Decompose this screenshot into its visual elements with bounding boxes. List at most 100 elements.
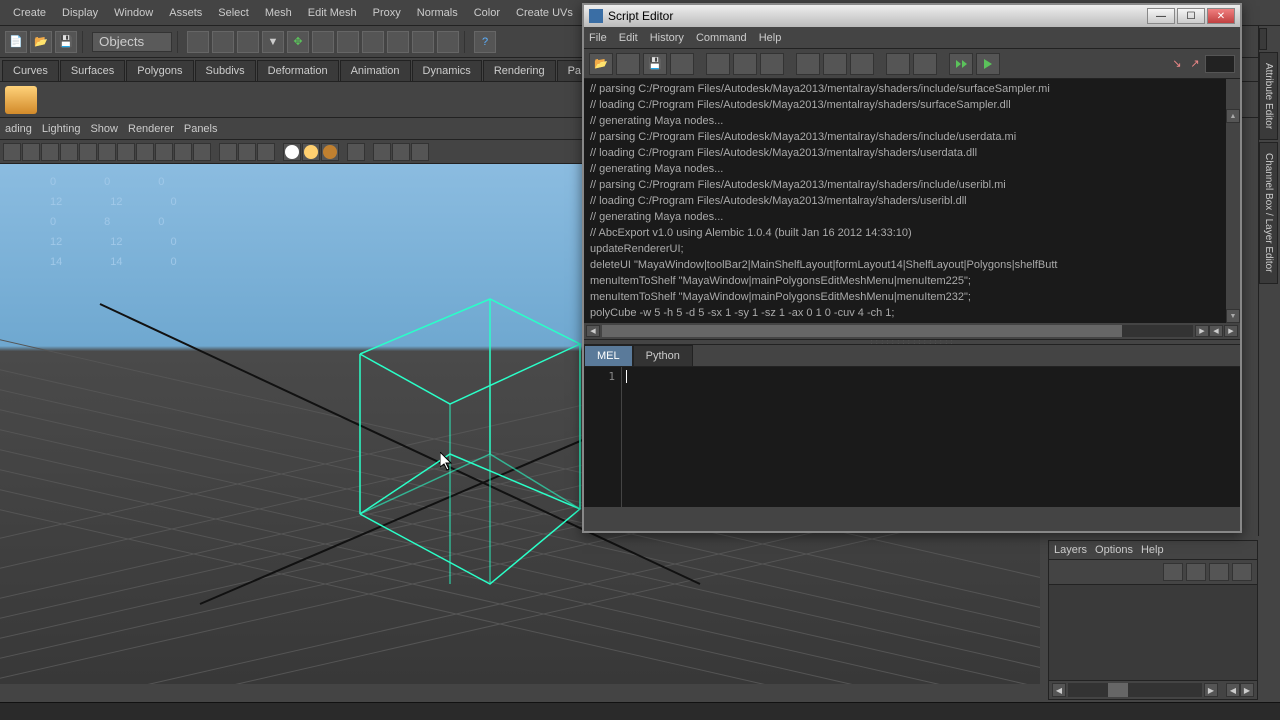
scroll-right-icon[interactable]: ▶ [1195,325,1209,337]
scroll-left-icon[interactable]: ◀ [586,325,600,337]
snap-plane-icon[interactable] [437,31,459,53]
menu-createuvs[interactable]: Create UVs [508,3,581,23]
output-hscrollbar[interactable]: ◀ ▶ ◀ ▶ [584,323,1240,339]
show-history-icon[interactable] [796,53,820,75]
shelf-item-icon[interactable] [5,86,37,114]
se-menu-command[interactable]: Command [696,32,747,44]
layer-icon[interactable] [1163,563,1183,581]
menu-normals[interactable]: Normals [409,3,466,23]
script-editor-input[interactable]: 1 [584,367,1240,507]
save-scene-icon[interactable]: 💾 [55,31,77,53]
vp-tool-icon[interactable] [219,143,237,161]
vp-tool-icon[interactable] [22,143,40,161]
right-tab-toolsettings[interactable] [1259,28,1267,50]
shelf-tab-rendering[interactable]: Rendering [483,60,556,81]
shelf-tab-deformation[interactable]: Deformation [257,60,339,81]
move-tool-icon[interactable]: ✥ [287,31,309,53]
code-input[interactable] [622,367,1240,507]
scroll-down-icon[interactable]: ▼ [1226,309,1240,323]
script-editor-output[interactable]: // parsing C:/Program Files/Autodesk/May… [584,79,1240,323]
vp-menu-lighting[interactable]: Lighting [42,123,81,135]
se-menu-edit[interactable]: Edit [619,32,638,44]
vp-tool-icon[interactable] [193,143,211,161]
snap-curve-icon[interactable] [387,31,409,53]
menu-editmesh[interactable]: Edit Mesh [300,3,365,23]
save-script-icon[interactable]: 💾 [643,53,667,75]
execute-button[interactable] [976,53,1000,75]
light-default-icon[interactable] [302,143,320,161]
help-icon[interactable]: ? [474,31,496,53]
layers-list[interactable] [1049,585,1257,680]
open-script-icon[interactable]: 📂 [589,53,613,75]
snap-grid-icon[interactable] [362,31,384,53]
tool-icon[interactable] [212,31,234,53]
scroll-up-icon[interactable]: ▲ [1226,109,1240,123]
scroll-left-icon[interactable]: ◀ [1052,683,1066,697]
tab-python[interactable]: Python [633,345,693,366]
maximize-button[interactable]: ☐ [1177,8,1205,24]
shelf-tab-surfaces[interactable]: Surfaces [60,60,125,81]
rotate-tool-icon[interactable] [312,31,334,53]
shelf-tab-polygons[interactable]: Polygons [126,60,193,81]
scroll-right-icon[interactable]: ▶ [1224,325,1238,337]
vp-tool-icon[interactable] [411,143,429,161]
vp-tool-icon[interactable] [60,143,78,161]
vp-tool-icon[interactable] [117,143,135,161]
light-all-icon[interactable] [321,143,339,161]
vp-tool-icon[interactable] [136,143,154,161]
show-input-icon[interactable] [850,53,874,75]
line-numbers-icon[interactable] [913,53,937,75]
search-input[interactable] [1205,55,1235,73]
scroll-right-icon[interactable]: ▶ [1204,683,1218,697]
tool-dropdown-icon[interactable]: ▼ [262,31,284,53]
vp-tool-icon[interactable] [98,143,116,161]
layer-icon[interactable] [1209,563,1229,581]
output-vscrollbar[interactable]: ▲ ▼ [1226,79,1240,323]
minimize-button[interactable]: — [1147,8,1175,24]
clear-history-icon[interactable] [706,53,730,75]
scroll-left-icon[interactable]: ◀ [1209,325,1223,337]
vp-tool-icon[interactable] [373,143,391,161]
vp-menu-show[interactable]: Show [90,123,118,135]
vp-tool-icon[interactable] [174,143,192,161]
menu-proxy[interactable]: Proxy [365,3,409,23]
search-up-icon[interactable]: ↘ [1169,56,1185,72]
right-tab-channel-box[interactable]: Channel Box / Layer Editor [1259,142,1278,284]
vp-tool-icon[interactable] [347,143,365,161]
layers-menu-options[interactable]: Options [1095,544,1133,556]
snap-point-icon[interactable] [412,31,434,53]
close-button[interactable]: ✕ [1207,8,1235,24]
light-off-icon[interactable] [283,143,301,161]
vp-tool-icon[interactable] [155,143,173,161]
selection-mode-combo[interactable] [92,32,172,52]
se-menu-help[interactable]: Help [759,32,782,44]
tool-icon[interactable] [237,31,259,53]
show-both-icon[interactable] [823,53,847,75]
vp-tool-icon[interactable] [392,143,410,161]
layers-menu-help[interactable]: Help [1141,544,1164,556]
menu-display[interactable]: Display [54,3,106,23]
shelf-tab-dynamics[interactable]: Dynamics [412,60,482,81]
menu-assets[interactable]: Assets [161,3,210,23]
menu-window[interactable]: Window [106,3,161,23]
scale-tool-icon[interactable] [337,31,359,53]
menu-color[interactable]: Color [466,3,508,23]
layer-icon[interactable] [1186,563,1206,581]
menu-select[interactable]: Select [210,3,257,23]
layers-menu-layers[interactable]: Layers [1054,544,1087,556]
shelf-tab-subdivs[interactable]: Subdivs [195,60,256,81]
clear-all-icon[interactable] [760,53,784,75]
echo-commands-icon[interactable] [886,53,910,75]
clear-input-icon[interactable] [733,53,757,75]
script-editor-titlebar[interactable]: Script Editor — ☐ ✕ [584,5,1240,27]
execute-all-button[interactable] [949,53,973,75]
open-scene-icon[interactable]: 📂 [30,31,52,53]
vp-tool-icon[interactable] [3,143,21,161]
vp-tool-icon[interactable] [238,143,256,161]
layer-icon[interactable] [1232,563,1252,581]
menu-mesh[interactable]: Mesh [257,3,300,23]
save-to-shelf-icon[interactable] [670,53,694,75]
se-menu-history[interactable]: History [650,32,684,44]
vp-tool-icon[interactable] [257,143,275,161]
menu-create[interactable]: Create [5,3,54,23]
